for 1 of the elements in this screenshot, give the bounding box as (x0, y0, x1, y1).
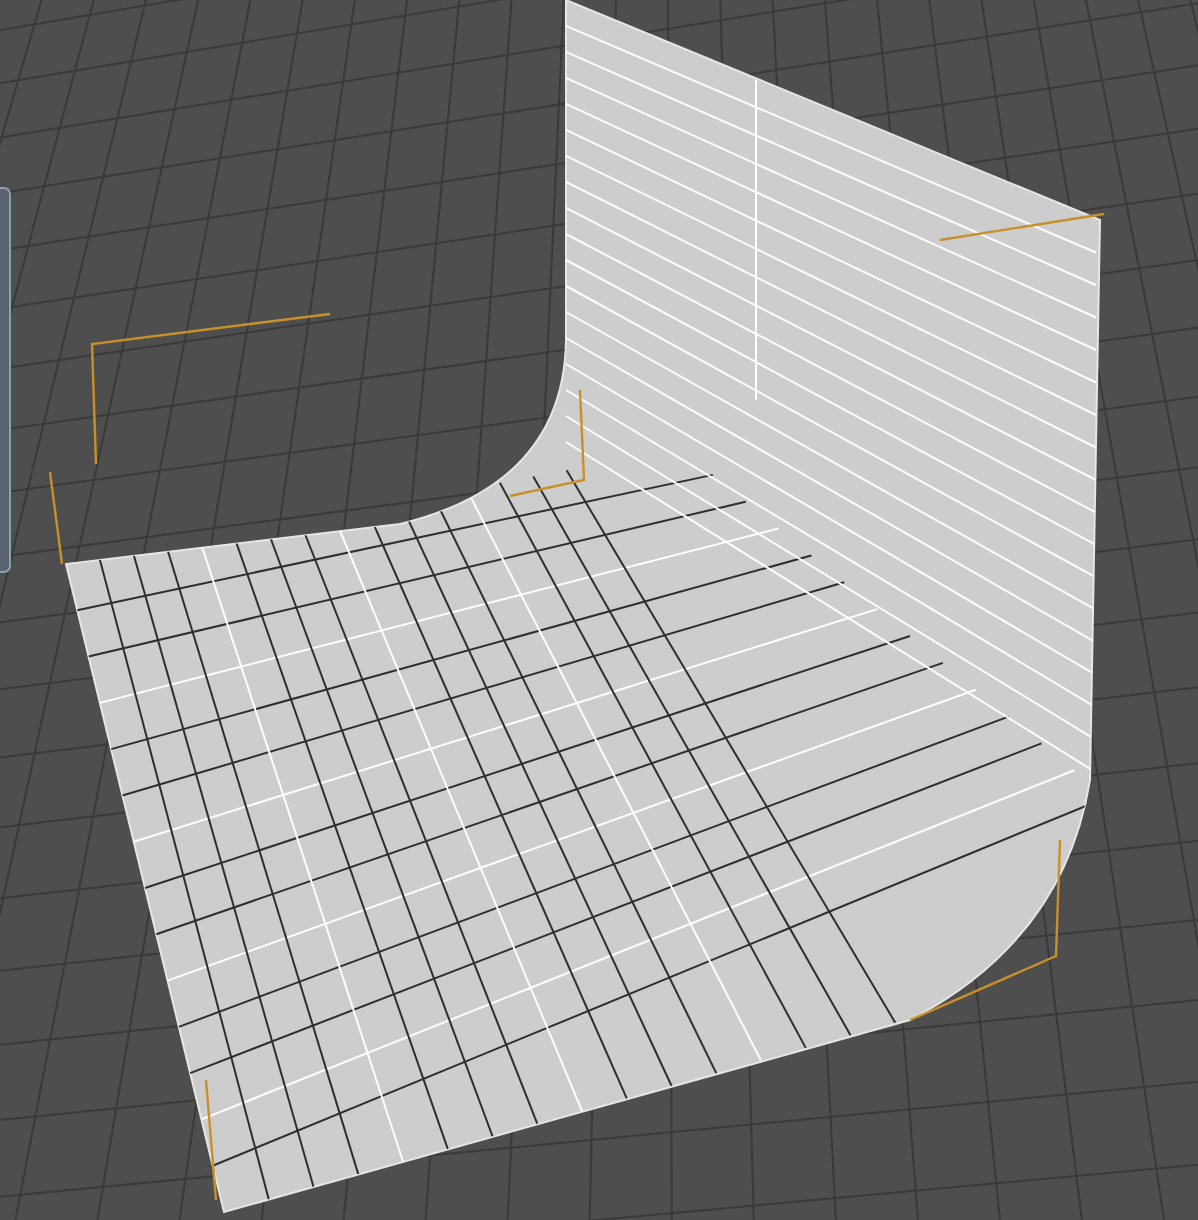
backdrop-mesh-drawing[interactable] (65, 0, 1101, 1213)
